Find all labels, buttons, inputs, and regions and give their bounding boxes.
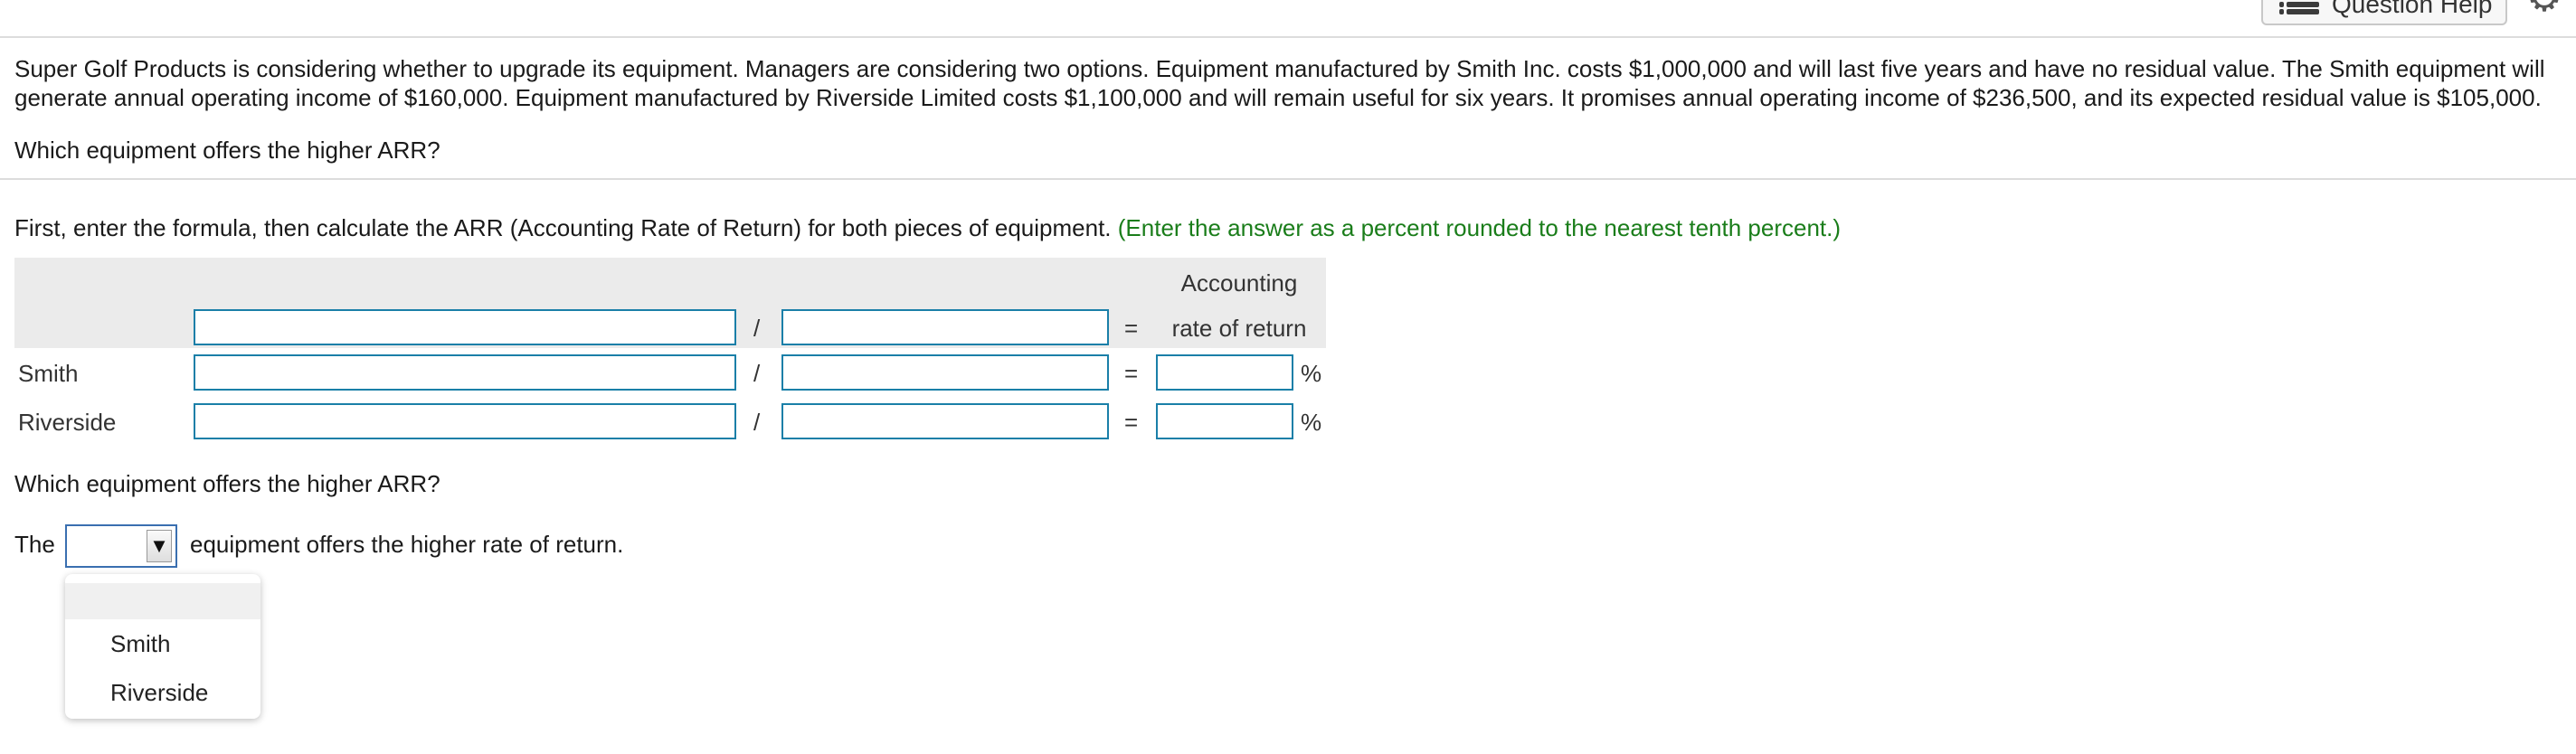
percent-symbol: % [1301,360,1322,387]
dropdown-option-riverside[interactable]: Riverside [65,668,260,717]
smith-numerator-input[interactable] [194,354,736,391]
instruction-text: First, enter the formula, then calculate… [14,214,1112,241]
smith-denominator-input[interactable] [781,354,1109,391]
problem-text-line-2: generate annual operating income of $160… [14,84,2542,111]
divide-symbol: / [753,315,761,342]
smith-arr-input[interactable] [1156,354,1293,391]
equipment-select[interactable]: ▼ [65,524,177,568]
question-page: Question Help ⚙ Super Golf Products is c… [0,0,2576,754]
instruction-hint: (Enter the answer as a percent rounded t… [1117,214,1842,241]
divide-symbol: / [753,409,761,436]
answer-question: Which equipment offers the higher ARR? [14,470,440,497]
row-label-smith: Smith [18,360,79,387]
dropdown-option-blank[interactable] [65,583,260,619]
dropdown-arrow-icon[interactable]: ▼ [147,530,172,562]
percent-symbol: % [1301,409,1322,436]
problem-question: Which equipment offers the higher ARR? [14,137,440,164]
formula-denominator-input[interactable] [781,309,1109,345]
column-heading-line-2: rate of return [1171,315,1307,342]
answer-suffix: equipment offers the higher rate of retu… [190,531,624,558]
equals-symbol: = [1124,360,1139,387]
equals-symbol: = [1124,315,1139,342]
equipment-dropdown-menu: Smith Riverside [65,574,260,719]
row-label-riverside: Riverside [18,409,117,436]
answer-prefix: The [14,531,55,558]
divider [0,178,2576,180]
dropdown-option-smith[interactable]: Smith [65,619,260,668]
instruction: First, enter the formula, then calculate… [14,213,1841,243]
riverside-denominator-input[interactable] [781,403,1109,439]
problem-text-line-1: Super Golf Products is considering wheth… [14,55,2545,82]
question-help-label: Question Help [2332,0,2493,18]
divide-symbol: / [753,360,761,387]
column-heading-line-1: Accounting [1180,269,1298,297]
equals-symbol: = [1124,409,1139,436]
riverside-numerator-input[interactable] [194,403,736,439]
formula-numerator-input[interactable] [194,309,736,345]
list-icon [2279,0,2319,14]
riverside-arr-input[interactable] [1156,403,1293,439]
divider [0,36,2576,38]
question-help-button[interactable]: Question Help [2261,0,2507,25]
gear-icon[interactable]: ⚙ [2524,0,2565,18]
